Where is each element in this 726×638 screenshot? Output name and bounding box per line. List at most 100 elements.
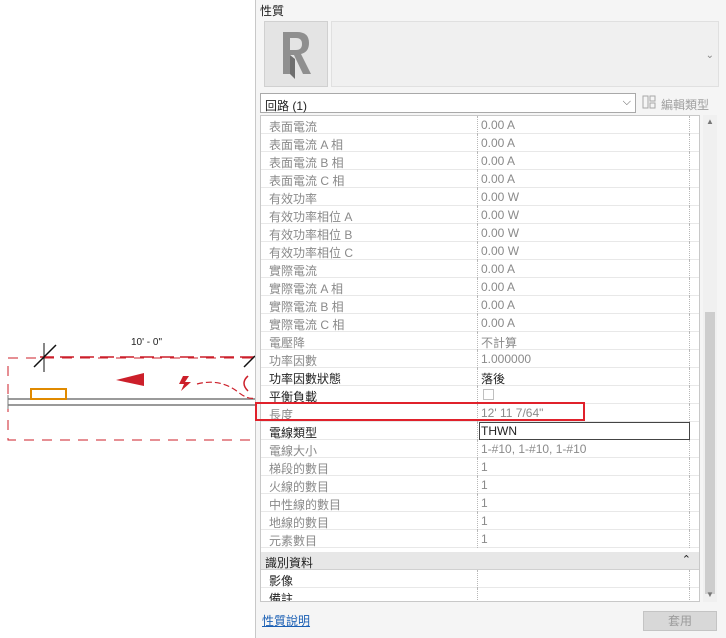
property-row[interactable]: 電線類型 THWN	[261, 422, 699, 440]
group-header-identity[interactable]: 識別資料 ⌃	[261, 552, 699, 570]
column-divider	[689, 350, 691, 368]
property-value: 1	[481, 532, 488, 546]
property-row[interactable]: 實際電流 0.00 A	[261, 260, 699, 278]
column-divider	[689, 224, 691, 242]
property-row[interactable]: 有效功率相位 C 0.00 W	[261, 242, 699, 260]
column-divider	[689, 242, 691, 260]
column-divider	[689, 296, 691, 314]
property-name: 有效功率相位 A	[269, 210, 353, 224]
property-name: 中性線的數目	[269, 498, 342, 512]
property-row[interactable]: 實際電流 B 相 0.00 A	[261, 296, 699, 314]
property-name: 火線的數目	[269, 480, 330, 494]
property-row[interactable]: 實際電流 A 相 0.00 A	[261, 278, 699, 296]
type-selector-dropdown[interactable]: 回路 (1) ⌵	[260, 93, 636, 113]
property-row[interactable]: 有效功率相位 B 0.00 W	[261, 224, 699, 242]
property-name: 表面電流	[269, 120, 318, 134]
property-row[interactable]: 表面電流 0.00 A	[261, 116, 699, 134]
property-row[interactable]: 表面電流 A 相 0.00 A	[261, 134, 699, 152]
chevron-down-icon[interactable]: ⌄	[706, 50, 714, 61]
property-value: 0.00 A	[481, 172, 516, 186]
circuit-lightning-icon[interactable]	[179, 376, 191, 391]
property-row[interactable]: 有效功率相位 A 0.00 W	[261, 206, 699, 224]
property-value[interactable]: 落後	[481, 370, 505, 387]
column-divider	[689, 332, 691, 350]
property-name: 地線的數目	[269, 516, 330, 530]
property-name: 實際電流 B 相	[269, 300, 344, 314]
property-row[interactable]: 火線的數目 1	[261, 476, 699, 494]
type-preview-area: ⌄	[331, 21, 719, 87]
property-name: 有效功率	[269, 192, 318, 206]
dimension-text[interactable]: 10' - 0"	[131, 337, 162, 348]
scroll-up-icon[interactable]: ▲	[705, 117, 715, 127]
scroll-down-icon[interactable]: ▼	[705, 590, 715, 600]
property-value: 0.00 A	[481, 316, 516, 330]
property-grid-scrollbar[interactable]: ▲ ▼	[703, 115, 717, 602]
drawing-canvas[interactable]: 10' - 0"	[0, 0, 255, 638]
circuit-arrow-icon[interactable]	[116, 373, 144, 386]
property-row[interactable]: 功率因數 1.000000	[261, 350, 699, 368]
property-row[interactable]: 影像	[261, 570, 699, 588]
property-row[interactable]: 梯段的數目 1	[261, 458, 699, 476]
properties-panel: 性質 ⌄ 回路 (1) ⌵ 編輯類型 表面電流 0.00 A 表面電流 A 相 0.0…	[255, 0, 726, 638]
property-row[interactable]: 表面電流 C 相 0.00 A	[261, 170, 699, 188]
property-value: 0.00 W	[481, 208, 520, 222]
property-value: 0.00 W	[481, 244, 520, 258]
property-value[interactable]: THWN	[481, 424, 517, 438]
apply-button[interactable]: 套用	[643, 611, 717, 631]
column-divider	[689, 494, 691, 512]
column-divider	[689, 404, 691, 422]
property-row[interactable]: 地線的數目 1	[261, 512, 699, 530]
column-divider	[689, 588, 691, 601]
property-name: 電線大小	[269, 444, 318, 458]
property-value: 0.00 A	[481, 298, 516, 312]
column-divider	[477, 224, 479, 242]
property-name: 實際電流 C 相	[269, 318, 345, 332]
column-divider	[477, 588, 479, 601]
column-divider	[477, 206, 479, 224]
property-row[interactable]: 元素數目 1	[261, 530, 699, 548]
property-row[interactable]: 表面電流 B 相 0.00 A	[261, 152, 699, 170]
property-row[interactable]: 電壓降 不計算	[261, 332, 699, 350]
properties-help-link[interactable]: 性質說明	[262, 612, 310, 629]
column-divider	[477, 530, 479, 548]
column-divider	[477, 332, 479, 350]
column-divider	[689, 458, 691, 476]
fixture-symbol[interactable]	[30, 388, 67, 400]
column-divider	[689, 278, 691, 296]
property-value: 1	[481, 460, 488, 474]
property-row[interactable]: 有效功率 0.00 W	[261, 188, 699, 206]
property-grid: 表面電流 0.00 A 表面電流 A 相 0.00 A 表面電流 B 相 0.00 A 表面…	[260, 115, 700, 602]
property-value: 1	[481, 514, 488, 528]
property-row[interactable]: 備註	[261, 588, 699, 601]
type-selector-value: 回路 (1)	[265, 99, 308, 113]
column-divider	[689, 314, 691, 332]
property-value: 0.00 A	[481, 118, 516, 132]
column-divider	[477, 152, 479, 170]
scrollbar-thumb[interactable]	[705, 312, 715, 594]
column-divider	[477, 494, 479, 512]
property-value: 1	[481, 478, 488, 492]
property-name: 表面電流 B 相	[269, 156, 344, 170]
edit-type-label: 編輯類型	[661, 98, 710, 112]
property-checkbox[interactable]	[483, 389, 494, 400]
column-divider	[689, 386, 691, 404]
property-value: 不計算	[481, 336, 518, 350]
column-divider	[689, 152, 691, 170]
property-row[interactable]: 電線大小 1-#10, 1-#10, 1-#10	[261, 440, 699, 458]
column-divider	[689, 188, 691, 206]
property-name: 元素數目	[269, 534, 318, 548]
column-divider	[477, 116, 479, 134]
column-divider	[477, 314, 479, 332]
column-divider	[477, 242, 479, 260]
property-name: 梯段的數目	[269, 462, 330, 476]
property-value: 0.00 W	[481, 190, 520, 204]
property-row[interactable]: 實際電流 C 相 0.00 A	[261, 314, 699, 332]
property-row[interactable]: 功率因數狀態 落後	[261, 368, 699, 386]
double-chevron-up-icon[interactable]: ⌃	[682, 553, 691, 566]
panel-symbol	[243, 375, 249, 392]
column-divider	[477, 260, 479, 278]
group-label: 識別資料	[265, 556, 314, 570]
dimension-tick-left	[33, 344, 57, 368]
revit-logo-icon	[283, 32, 311, 79]
property-row[interactable]: 中性線的數目 1	[261, 494, 699, 512]
